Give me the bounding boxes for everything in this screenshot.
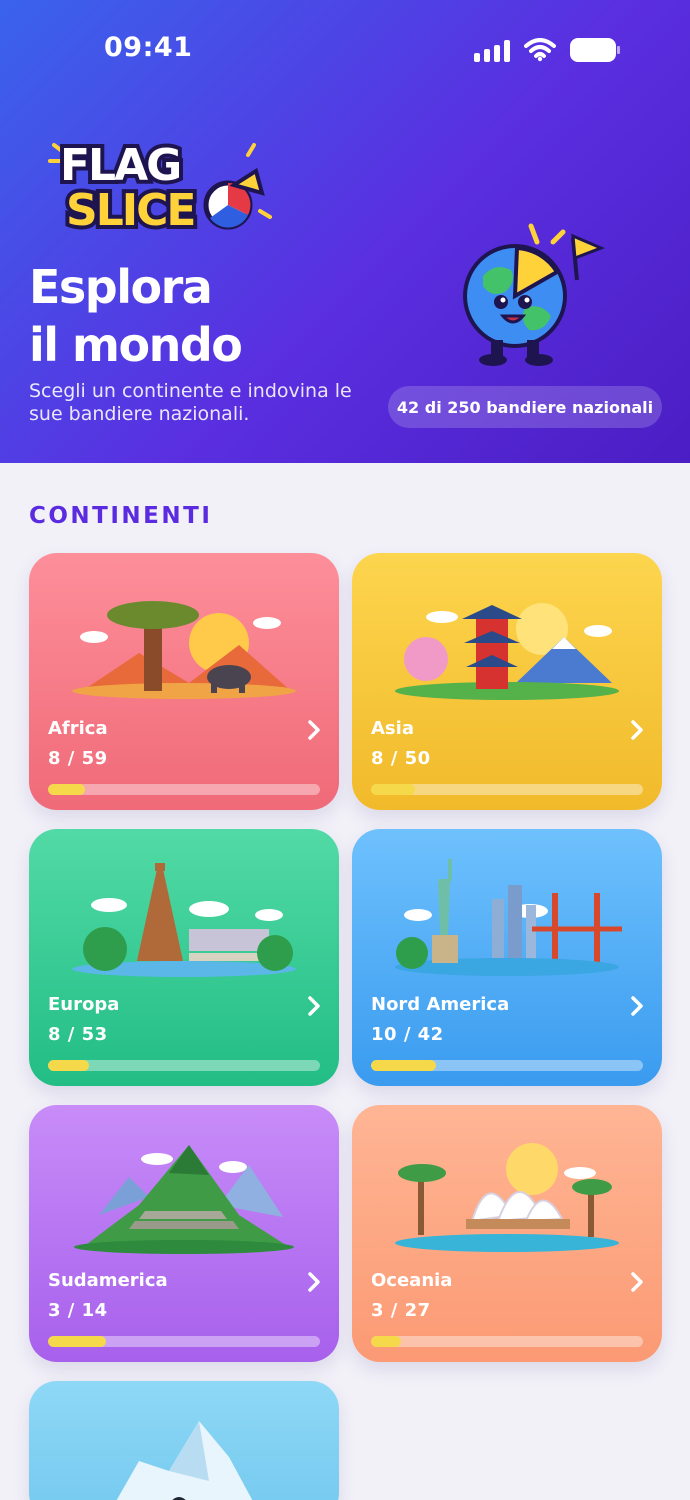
globe-mascot-icon: [463, 223, 605, 366]
hero-title: Esplora il mondo: [29, 258, 243, 374]
continent-card-nordamerica[interactable]: Nord America 10 / 42: [352, 829, 662, 1086]
statue-of-liberty-golden-gate-icon: [395, 859, 622, 976]
progress-track: [371, 784, 643, 795]
battery-icon: [570, 38, 620, 62]
baobab-elephant-savanna-icon: [72, 601, 296, 699]
progress-track: [371, 1060, 643, 1071]
continent-card-africa[interactable]: Africa 8 / 59: [29, 553, 339, 810]
progress-fill: [48, 1336, 107, 1347]
chevron-right-icon: [308, 720, 320, 740]
progress-track: [48, 1336, 320, 1347]
chevron-right-icon: [308, 996, 320, 1016]
progress-track: [371, 1336, 643, 1347]
continent-name: Europa: [48, 994, 120, 1015]
continent-name: Africa: [48, 718, 108, 739]
progress-fill: [371, 784, 415, 795]
continent-card-sudamerica[interactable]: Sudamerica 3 / 14: [29, 1105, 339, 1362]
progress-fill: [371, 1060, 436, 1071]
chevron-right-icon: [308, 1272, 320, 1292]
logo-text-slice: SLICE: [66, 185, 194, 236]
pie-slice-icon: [203, 167, 265, 230]
continent-count: 8 / 50: [371, 748, 431, 769]
progress-pill: 42 di 250 bandiere nazionali: [388, 386, 662, 428]
continent-count: 3 / 27: [371, 1300, 431, 1321]
flag-slice-logo: FLAG SLICE: [48, 136, 272, 237]
wifi-icon: [524, 38, 556, 62]
hero-header: 09:41 FLAG SLICE Esplora il mondo Scegli…: [0, 0, 690, 463]
continent-name: Sudamerica: [48, 1270, 168, 1291]
machu-picchu-icon: [74, 1145, 294, 1254]
progress-track: [48, 1060, 320, 1071]
iceberg-penguins-icon: [116, 1421, 253, 1500]
continent-name: Oceania: [371, 1270, 453, 1291]
continent-card-europa[interactable]: Europa 8 / 53: [29, 829, 339, 1086]
cellular-signal-icon: [474, 38, 510, 62]
continent-count: 3 / 14: [48, 1300, 108, 1321]
hero-subtitle: Scegli un continente e indovina le sue b…: [29, 380, 352, 425]
continent-card-asia[interactable]: Asia 8 / 50: [352, 553, 662, 810]
chevron-right-icon: [631, 996, 643, 1016]
chevron-right-icon: [631, 720, 643, 740]
status-icons: [474, 38, 620, 62]
continent-count: 8 / 53: [48, 1024, 108, 1045]
pagoda-mount-fuji-icon: [395, 603, 619, 700]
progress-fill: [48, 1060, 90, 1071]
continent-card-antartide[interactable]: [29, 1381, 339, 1500]
progress-track: [48, 784, 320, 795]
progress-fill: [371, 1336, 402, 1347]
hero-title-line1: Esplora: [29, 260, 213, 314]
hero-title-line2: il mondo: [29, 318, 243, 372]
continent-name: Asia: [371, 718, 414, 739]
continent-count: 10 / 42: [371, 1024, 444, 1045]
chevron-right-icon: [631, 1272, 643, 1292]
progress-fill: [48, 784, 85, 795]
continent-name: Nord America: [371, 994, 510, 1015]
continent-card-oceania[interactable]: Oceania 3 / 27: [352, 1105, 662, 1362]
logo-text-flag: FLAG: [60, 140, 180, 191]
continent-count: 8 / 59: [48, 748, 108, 769]
sydney-opera-house-icon: [395, 1143, 619, 1252]
eiffel-tower-bridge-icon: [72, 863, 296, 977]
status-bar: 09:41: [0, 0, 690, 100]
status-time: 09:41: [104, 32, 193, 63]
section-title-continents: CONTINENTI: [29, 503, 213, 529]
